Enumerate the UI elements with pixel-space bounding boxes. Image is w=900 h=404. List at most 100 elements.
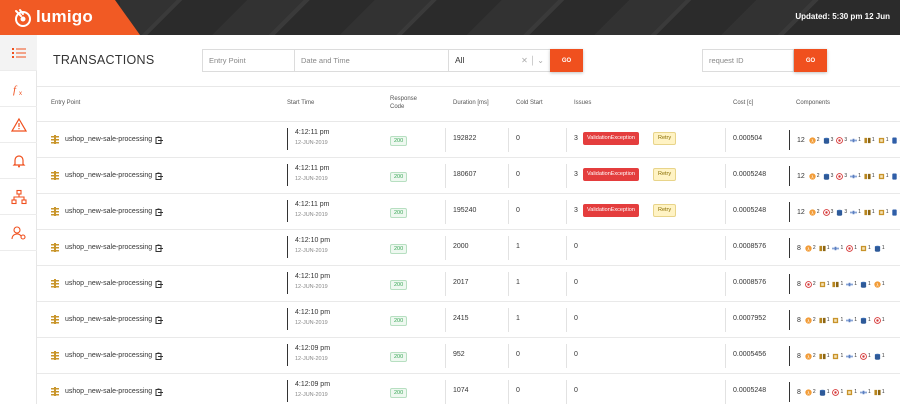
table-row[interactable]: ushop_new-sale-processing 4:12:11 pm 12-… — [37, 158, 900, 194]
sns-icon — [878, 209, 886, 216]
components-cell[interactable]: 8 λ2 1 1 1 1 1 — [789, 238, 888, 258]
copy-icon[interactable] — [155, 352, 164, 360]
table-row[interactable]: ushop_new-sale-processing 4:12:09 pm 12-… — [37, 338, 900, 374]
cost-value: 0.0007952 — [733, 315, 767, 322]
copy-icon[interactable] — [155, 208, 164, 216]
table-row[interactable]: ushop_new-sale-processing 4:12:09 pm 12-… — [37, 374, 900, 404]
table-row[interactable]: ushop_new-sale-processing 4:12:10 pm 12-… — [37, 230, 900, 266]
components-cell[interactable]: 12 λ2331111 — [789, 130, 900, 150]
request-id-go-button[interactable]: GO — [794, 49, 827, 72]
component-item: λ2 — [805, 316, 816, 324]
component-item: 1 — [846, 389, 857, 396]
header-divider — [37, 86, 900, 87]
retry-badge[interactable]: Retry — [653, 204, 677, 217]
component-item: λ2 — [805, 352, 816, 360]
components-cell[interactable]: 12 λ2331111 — [789, 166, 900, 186]
response-code-badge: 200 — [390, 388, 408, 398]
entry-point-cell[interactable]: ushop_new-sale-processing — [51, 171, 164, 180]
col-cold-start[interactable]: Cold Start — [516, 99, 543, 107]
logo[interactable]: lumigo — [0, 0, 140, 35]
copy-icon[interactable] — [155, 388, 164, 396]
sidebar-item-system-map[interactable] — [0, 179, 37, 215]
copy-icon[interactable] — [155, 280, 164, 288]
table-row[interactable]: ushop_new-sale-processing 4:12:11 pm 12-… — [37, 122, 900, 158]
sidebar-item-functions[interactable]: fx — [0, 71, 37, 107]
issues-count: 0 — [574, 387, 578, 394]
sidebar-item-transactions[interactable] — [0, 35, 37, 71]
component-item: 1 — [819, 245, 829, 252]
col-start-time[interactable]: Start Time — [287, 99, 314, 107]
issue-badge[interactable]: ValidationException — [583, 204, 639, 217]
entry-point-cell[interactable]: ushop_new-sale-processing — [51, 315, 164, 324]
entry-point-cell[interactable]: ushop_new-sale-processing — [51, 135, 164, 144]
sqs-icon — [850, 137, 858, 144]
s3-icon — [819, 317, 827, 324]
component-count: 3 — [830, 209, 834, 215]
entry-point-cell[interactable]: ushop_new-sale-processing — [51, 351, 164, 360]
component-item: 1 — [819, 389, 829, 396]
components-cell[interactable]: 12 λ2331111 — [789, 202, 900, 222]
chevron-down-icon[interactable]: ⌄ — [537, 56, 544, 65]
component-count: 1 — [868, 245, 871, 251]
start-time: 4:12:11 pm — [295, 165, 330, 172]
issue-badge[interactable]: ValidationException — [583, 132, 639, 145]
lambda-icon: λ — [809, 172, 817, 180]
col-issues[interactable]: Issues — [574, 99, 591, 107]
status-select[interactable]: All ✕ │ ⌄ — [448, 49, 551, 72]
table-row[interactable]: ushop_new-sale-processing 4:12:11 pm 12-… — [37, 194, 900, 230]
col-entry-point[interactable]: Entry Point — [51, 99, 80, 107]
component-item: λ1 — [874, 280, 885, 288]
date-time-input[interactable]: Date and Time — [294, 49, 449, 72]
sidebar-item-users[interactable] — [0, 215, 37, 251]
cell-divider — [725, 200, 726, 224]
retry-badge[interactable]: Retry — [653, 132, 677, 145]
components-cell[interactable]: 8 λ2 1 1 1 1 1 — [789, 310, 888, 330]
sqs-icon — [846, 281, 854, 288]
clear-icon[interactable]: ✕ — [521, 56, 528, 65]
sidebar-item-issues[interactable] — [0, 107, 37, 143]
sqs-icon — [832, 245, 840, 252]
lambda-function-icon — [51, 315, 59, 324]
components-total: 8 — [797, 388, 801, 396]
component-count: 1 — [840, 281, 844, 287]
col-components[interactable]: Components — [796, 99, 830, 107]
component-item: 1 — [832, 353, 843, 360]
copy-icon[interactable] — [155, 244, 164, 252]
sidebar-item-alerts[interactable] — [0, 143, 37, 179]
entry-point-cell[interactable]: ushop_new-sale-processing — [51, 243, 164, 252]
issues-count: 3 — [574, 207, 578, 214]
sqs-icon — [850, 173, 858, 180]
copy-icon[interactable] — [155, 316, 164, 324]
components-cell[interactable]: 8 21111λ1 — [789, 274, 888, 294]
col-response-code[interactable]: Response Code — [390, 95, 417, 111]
table-row[interactable]: ushop_new-sale-processing 4:12:10 pm 12-… — [37, 302, 900, 338]
entry-point-input[interactable]: Entry Point — [202, 49, 295, 72]
go-button[interactable]: GO — [550, 49, 583, 72]
cell-divider — [725, 272, 726, 296]
retry-badge[interactable]: Retry — [653, 168, 677, 181]
issue-badge[interactable]: ValidationException — [583, 168, 639, 181]
entry-point-cell[interactable]: ushop_new-sale-processing — [51, 279, 164, 288]
component-item: 1 — [874, 389, 885, 396]
sqs-icon — [846, 353, 854, 360]
entry-point-cell[interactable]: ushop_new-sale-processing — [51, 387, 164, 396]
components-cell[interactable]: 8 λ2 1 1 1 1 1 — [789, 346, 888, 366]
start-date: 12-JUN-2019 — [295, 392, 328, 398]
components-cell[interactable]: 8 λ2 1 1 1 1 1 — [789, 382, 888, 402]
component-item: 3 — [822, 208, 834, 216]
component-count: 3 — [844, 137, 848, 143]
table-row[interactable]: ushop_new-sale-processing 4:12:10 pm 12-… — [37, 266, 900, 302]
copy-icon[interactable] — [155, 136, 164, 144]
copy-icon[interactable] — [155, 172, 164, 180]
col-cost[interactable]: Cost [c] — [733, 99, 753, 107]
cell-divider — [445, 128, 446, 152]
cold-start-value: 1 — [516, 315, 520, 322]
warning-icon — [10, 117, 27, 132]
component-item: 2 — [804, 280, 816, 288]
lambda-icon: λ — [805, 316, 813, 324]
request-id-input[interactable]: request ID — [702, 49, 794, 72]
col-duration[interactable]: Duration [ms] — [453, 99, 489, 107]
component-item: 1 — [832, 317, 843, 324]
entry-point-cell[interactable]: ushop_new-sale-processing — [51, 207, 164, 216]
cell-divider — [566, 344, 567, 368]
